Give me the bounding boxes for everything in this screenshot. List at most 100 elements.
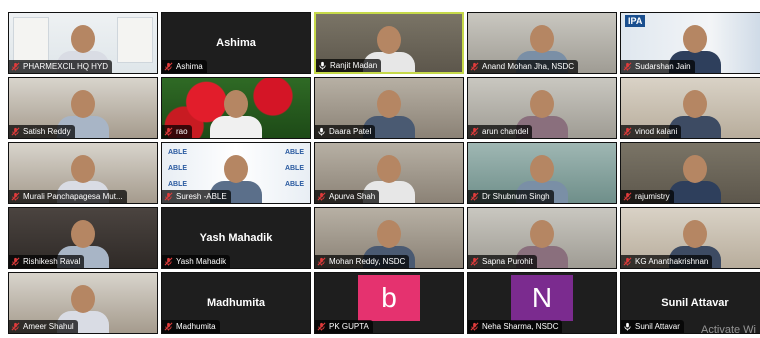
participant-tile[interactable]: PHARMEXCIL HQ HYD: [8, 12, 158, 74]
participant-name: Daara Patel: [329, 127, 372, 136]
participant-tile[interactable]: Ameer Shahul: [8, 272, 158, 334]
participant-tile[interactable]: Apurva Shah: [314, 142, 464, 204]
participant-tile[interactable]: KG Ananthakrishnan: [620, 207, 760, 269]
participant-tile[interactable]: Daara Patel: [314, 77, 464, 139]
participant-tile[interactable]: Murali Panchapagesa Mut...: [8, 142, 158, 204]
mic-muted-icon: [164, 192, 173, 201]
able-logo: ABLE: [168, 149, 188, 156]
participant-name: Madhumita: [176, 322, 216, 331]
participant-display-name: Sunil Attavar: [661, 297, 729, 309]
mic-icon: [317, 127, 326, 136]
mic-muted-icon: [623, 192, 632, 201]
mic-muted-icon: [317, 257, 326, 266]
participant-tile[interactable]: N Neha Sharma, NSDC: [467, 272, 617, 334]
participant-tile[interactable]: Anand Mohan Jha, NSDC: [467, 12, 617, 74]
participant-tile[interactable]: Yash Mahadik Yash Mahadik: [161, 207, 311, 269]
participant-tile[interactable]: Madhumita Madhumita: [161, 272, 311, 334]
participant-name: Sapna Purohit: [482, 257, 533, 266]
ipa-logo: IPA: [625, 15, 646, 27]
activate-windows-watermark: Activate Wi: [700, 324, 756, 336]
able-logo: ABLE: [284, 149, 304, 156]
mic-icon: [623, 322, 632, 331]
mic-icon: [318, 61, 327, 70]
participant-name: Sunil Attavar: [635, 322, 680, 331]
mic-muted-icon: [164, 322, 173, 331]
participant-name: Dr Shubnum Singh: [482, 192, 550, 201]
participant-display-name: Ashima: [216, 37, 256, 49]
mic-muted-icon: [164, 127, 173, 136]
participant-tile[interactable]: rao: [161, 77, 311, 139]
participant-name: PK GUPTA: [329, 322, 369, 331]
participant-name-label: Rishikesh Raval: [9, 255, 85, 268]
participant-name: Murali Panchapagesa Mut...: [23, 192, 123, 201]
participant-name-label: Suresh -ABLE: [162, 190, 231, 203]
participant-display-name: Yash Mahadik: [199, 232, 273, 244]
participant-tile[interactable]: Mohan Reddy, NSDC: [314, 207, 464, 269]
participant-avatar: b: [358, 275, 420, 321]
mic-muted-icon: [11, 127, 20, 136]
participant-name: rajumistry: [635, 192, 670, 201]
participant-name-label: Sudarshan Jain: [621, 60, 695, 73]
participant-name-label: PK GUPTA: [315, 320, 373, 333]
participant-name-label: Murali Panchapagesa Mut...: [9, 190, 127, 203]
mic-muted-icon: [470, 62, 479, 71]
mic-muted-icon: [623, 62, 632, 71]
mic-muted-icon: [11, 257, 20, 266]
participant-tile[interactable]: Dr Shubnum Singh: [467, 142, 617, 204]
participant-tile[interactable]: Satish Reddy: [8, 77, 158, 139]
participant-name: Ashima: [176, 62, 203, 71]
participant-name: Ranjit Madan: [330, 61, 378, 70]
participant-tile[interactable]: Ashima Ashima: [161, 12, 311, 74]
able-logo: ABLE: [284, 181, 304, 188]
participant-tile[interactable]: Sapna Purohit: [467, 207, 617, 269]
participant-name-label: Satish Reddy: [9, 125, 75, 138]
participant-name: Yash Mahadik: [176, 257, 227, 266]
mic-muted-icon: [623, 127, 632, 136]
participant-tile[interactable]: arun chandel: [467, 77, 617, 139]
mic-muted-icon: [11, 62, 20, 71]
participant-name-label: arun chandel: [468, 125, 533, 138]
mic-muted-icon: [317, 192, 326, 201]
participant-tile[interactable]: Rishikesh Raval: [8, 207, 158, 269]
able-logo: ABLE: [168, 181, 188, 188]
participant-name: vinod kalani: [635, 127, 678, 136]
participant-tile[interactable]: IPA Sudarshan Jain: [620, 12, 760, 74]
participant-name-label: PHARMEXCIL HQ HYD: [9, 60, 113, 73]
participant-name-label: rajumistry: [621, 190, 674, 203]
participant-name: Mohan Reddy, NSDC: [329, 257, 406, 266]
participant-name: Satish Reddy: [23, 127, 71, 136]
participant-name: Sudarshan Jain: [635, 62, 691, 71]
mic-muted-icon: [470, 127, 479, 136]
mic-muted-icon: [317, 322, 326, 331]
participant-name: Rishikesh Raval: [23, 257, 81, 266]
participant-name-label: Madhumita: [162, 320, 220, 333]
participant-name-label: Ranjit Madan: [316, 59, 382, 72]
participant-name: PHARMEXCIL HQ HYD: [23, 62, 109, 71]
participant-name: rao: [176, 127, 188, 136]
participant-name-label: Anand Mohan Jha, NSDC: [468, 60, 579, 73]
participant-name: Ameer Shahul: [23, 322, 74, 331]
participant-name-label: rao: [162, 125, 192, 138]
participant-tile[interactable]: rajumistry: [620, 142, 760, 204]
participant-name-label: Sunil Attavar: [621, 320, 684, 333]
participant-tile[interactable]: ABLE ABLE ABLE ABLE ABLE ABLE Suresh -ABLE: [161, 142, 311, 204]
participant-name: Apurva Shah: [329, 192, 376, 201]
mic-muted-icon: [623, 257, 632, 266]
mic-muted-icon: [164, 257, 173, 266]
participant-tile[interactable]: Ranjit Madan: [314, 12, 464, 74]
participant-name-label: Yash Mahadik: [162, 255, 231, 268]
participant-name-label: Neha Sharma, NSDC: [468, 320, 563, 333]
participant-name-label: Daara Patel: [315, 125, 376, 138]
mic-muted-icon: [164, 62, 173, 71]
participant-tile[interactable]: vinod kalani: [620, 77, 760, 139]
mic-muted-icon: [470, 257, 479, 266]
participant-tile[interactable]: b PK GUPTA: [314, 272, 464, 334]
participant-name-label: Mohan Reddy, NSDC: [315, 255, 410, 268]
mic-muted-icon: [470, 322, 479, 331]
participant-name-label: vinod kalani: [621, 125, 682, 138]
participant-avatar: N: [511, 275, 573, 321]
participant-name-label: Apurva Shah: [315, 190, 380, 203]
participant-name-label: Ashima: [162, 60, 207, 73]
mic-muted-icon: [11, 322, 20, 331]
participant-person: [196, 78, 276, 138]
